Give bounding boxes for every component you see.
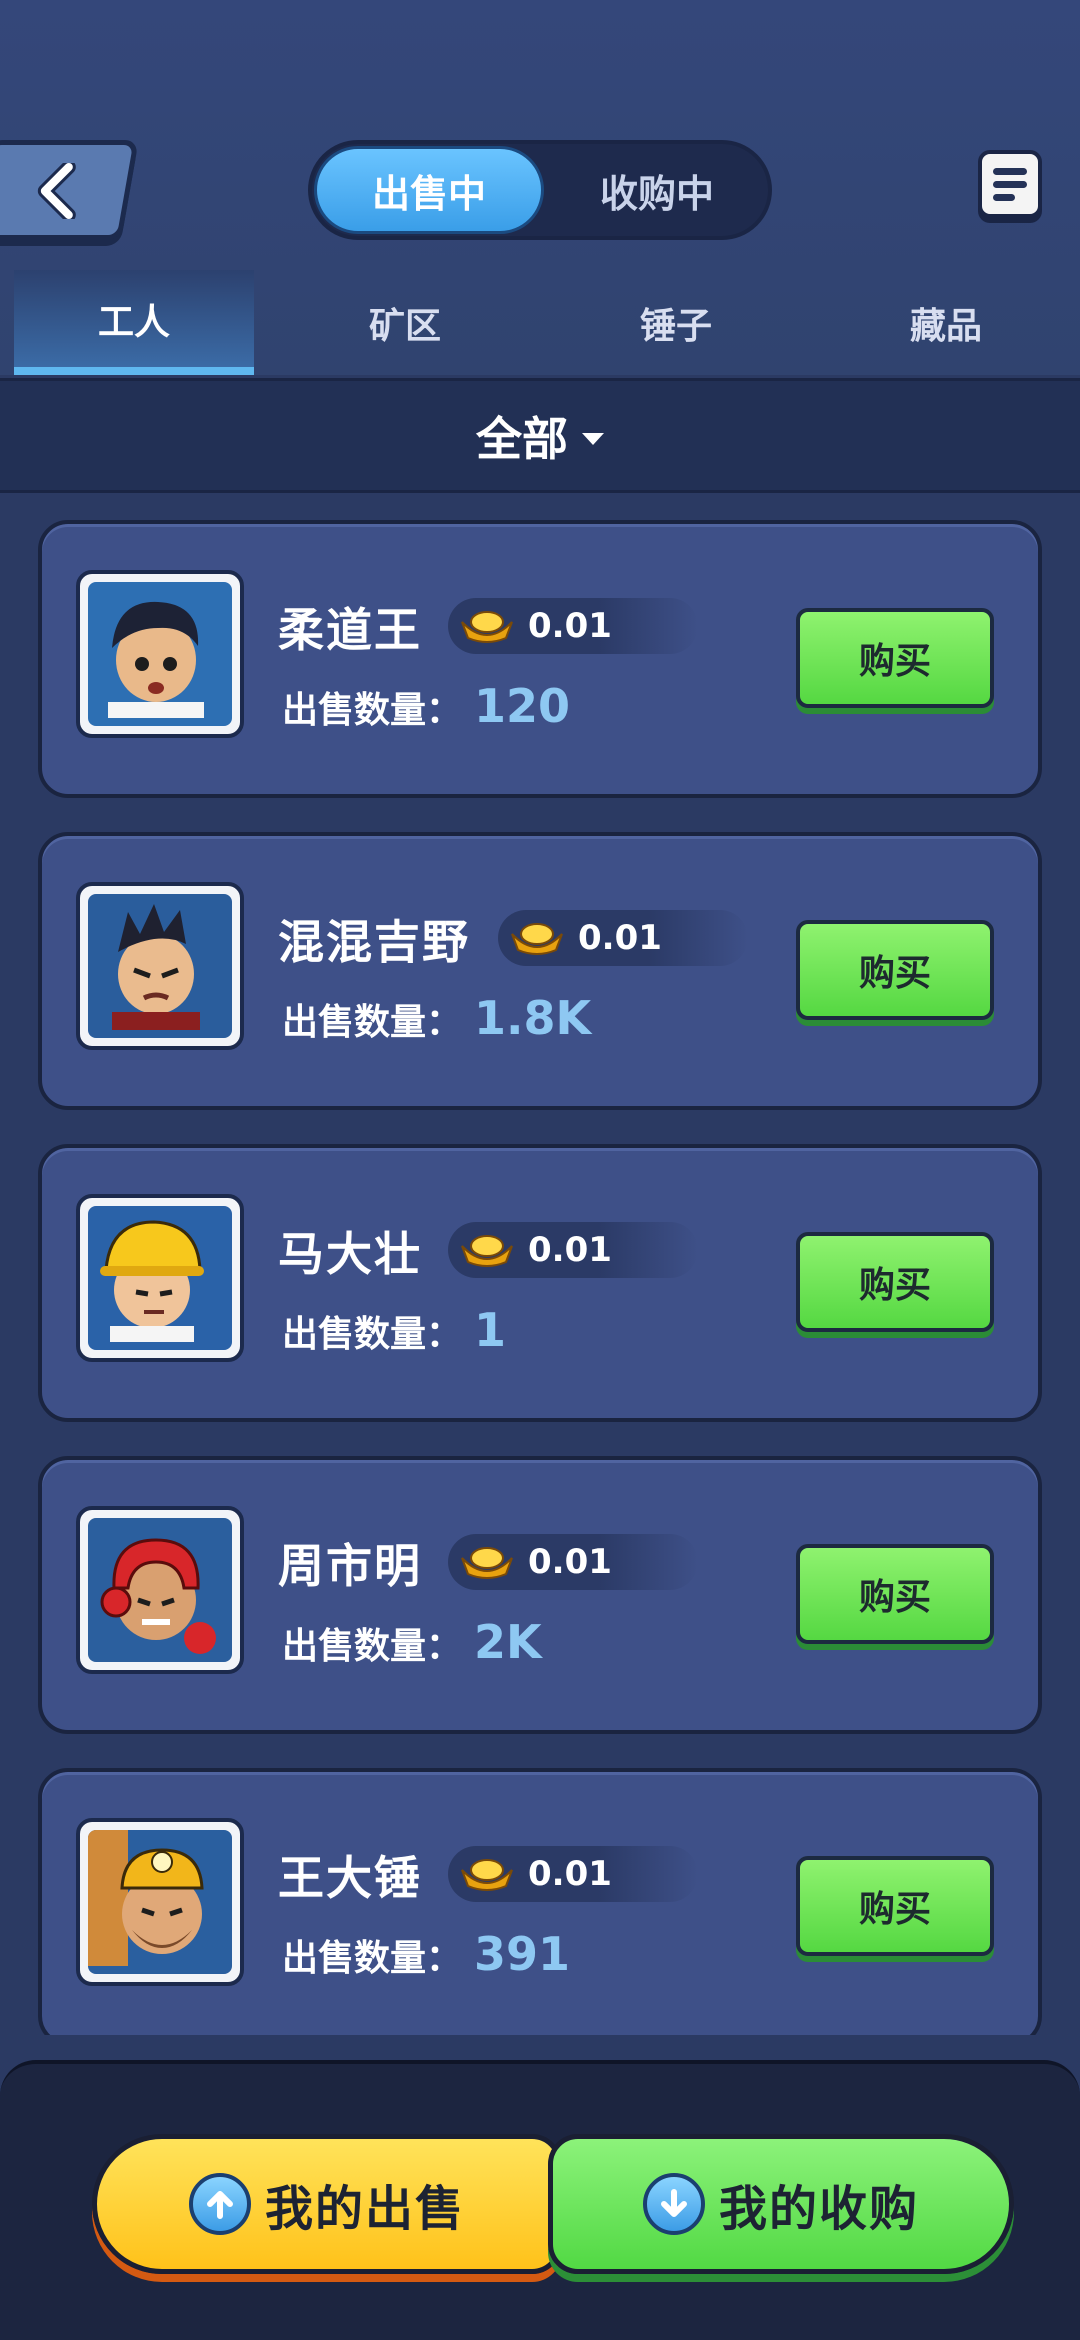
thug-worker-avatar: [76, 882, 244, 1050]
segment-buying[interactable]: 收购中: [544, 146, 770, 234]
menu-line: [993, 194, 1015, 201]
qty-value: 1.8K: [474, 991, 592, 1045]
price-value: 0.01: [528, 606, 612, 646]
gold-ingot-icon: [461, 1547, 513, 1579]
boxer-worker-avatar: [76, 1506, 244, 1674]
price-value: 0.01: [528, 1854, 612, 1894]
price-value: 0.01: [528, 1542, 612, 1582]
qty-label: 出售数量：: [282, 1314, 463, 1355]
item-list[interactable]: 柔道王 0.01 出售数量： 120 购买 混混吉野 0.01 出售数量： 1.…: [38, 520, 1042, 2035]
gold-ingot-icon: [461, 1859, 513, 1891]
helmet-worker-avatar: [76, 1194, 244, 1362]
item-name: 柔道王: [278, 603, 422, 657]
qty-label: 出售数量：: [282, 1938, 463, 1979]
my-purchases-label: 我的收购: [718, 2181, 919, 2237]
qty-label: 出售数量：: [282, 1002, 463, 1043]
list-item: 周市明 0.01 出售数量： 2K 购买: [38, 1456, 1042, 1734]
arrow-down-icon: [642, 2173, 705, 2235]
mode-segment: 出售中 收购中: [308, 140, 772, 240]
price-tag: 0.01: [448, 1222, 698, 1278]
my-sales-label: 我的出售: [264, 2181, 465, 2237]
gold-ingot-icon: [461, 611, 513, 643]
item-name: 周市明: [278, 1539, 422, 1593]
category-tabs: 工人 矿区 锤子 藏品: [0, 270, 1080, 375]
bottom-action-bar: 我的出售 我的收购: [0, 2060, 1080, 2340]
my-sales-button[interactable]: 我的出售: [92, 2134, 562, 2274]
list-item: 混混吉野 0.01 出售数量： 1.8K 购买: [38, 832, 1042, 1110]
tab-mines[interactable]: 矿区: [285, 270, 525, 375]
qty-value: 120: [474, 679, 571, 733]
back-button[interactable]: [0, 140, 139, 240]
tab-workers[interactable]: 工人: [14, 270, 254, 375]
buy-button[interactable]: 购买: [796, 1232, 994, 1332]
qty-value: 1: [474, 1303, 507, 1357]
item-name: 混混吉野: [278, 915, 470, 969]
filter-dropdown[interactable]: 全部: [0, 378, 1080, 493]
list-item: 马大壮 0.01 出售数量： 1 购买: [38, 1144, 1042, 1422]
chevron-left-icon: [37, 163, 76, 219]
list-item: 王大锤 0.01 出售数量： 391 购买: [38, 1768, 1042, 2035]
price-tag: 0.01: [448, 1846, 698, 1902]
price-tag: 0.01: [498, 910, 748, 966]
miner-worker-avatar: [76, 1818, 244, 1986]
sale-quantity: 出售数量： 1.8K: [282, 991, 591, 1045]
price-value: 0.01: [578, 918, 662, 958]
item-name: 马大壮: [278, 1227, 422, 1281]
segment-selling[interactable]: 出售中: [314, 146, 544, 234]
gold-ingot-icon: [461, 1235, 513, 1267]
qty-label: 出售数量：: [282, 690, 463, 731]
buy-button[interactable]: 购买: [796, 1856, 994, 1956]
sale-quantity: 出售数量： 1: [282, 1303, 506, 1357]
caret-down-icon: [582, 432, 604, 445]
buy-button[interactable]: 购买: [796, 1544, 994, 1644]
judo-worker-avatar: [76, 570, 244, 738]
qty-value: 391: [474, 1927, 571, 1981]
price-tag: 0.01: [448, 598, 698, 654]
sale-quantity: 出售数量： 391: [282, 1927, 570, 1981]
buy-button[interactable]: 购买: [796, 920, 994, 1020]
tab-collectibles[interactable]: 藏品: [826, 270, 1066, 375]
menu-line: [993, 181, 1027, 188]
item-name: 王大锤: [278, 1851, 422, 1905]
gold-ingot-icon: [511, 923, 563, 955]
qty-label: 出售数量：: [282, 1626, 463, 1667]
buy-button[interactable]: 购买: [796, 608, 994, 708]
price-tag: 0.01: [448, 1534, 698, 1590]
list-item: 柔道王 0.01 出售数量： 120 购买: [38, 520, 1042, 798]
arrow-up-icon: [188, 2173, 251, 2235]
filter-label: 全部: [476, 411, 568, 466]
my-purchases-button[interactable]: 我的收购: [548, 2134, 1014, 2274]
menu-icon[interactable]: [978, 150, 1042, 218]
qty-value: 2K: [474, 1615, 542, 1669]
sale-quantity: 出售数量： 120: [282, 679, 570, 733]
sale-quantity: 出售数量： 2K: [282, 1615, 542, 1669]
menu-line: [993, 168, 1027, 175]
price-value: 0.01: [528, 1230, 612, 1270]
tab-hammers[interactable]: 锤子: [556, 270, 796, 375]
